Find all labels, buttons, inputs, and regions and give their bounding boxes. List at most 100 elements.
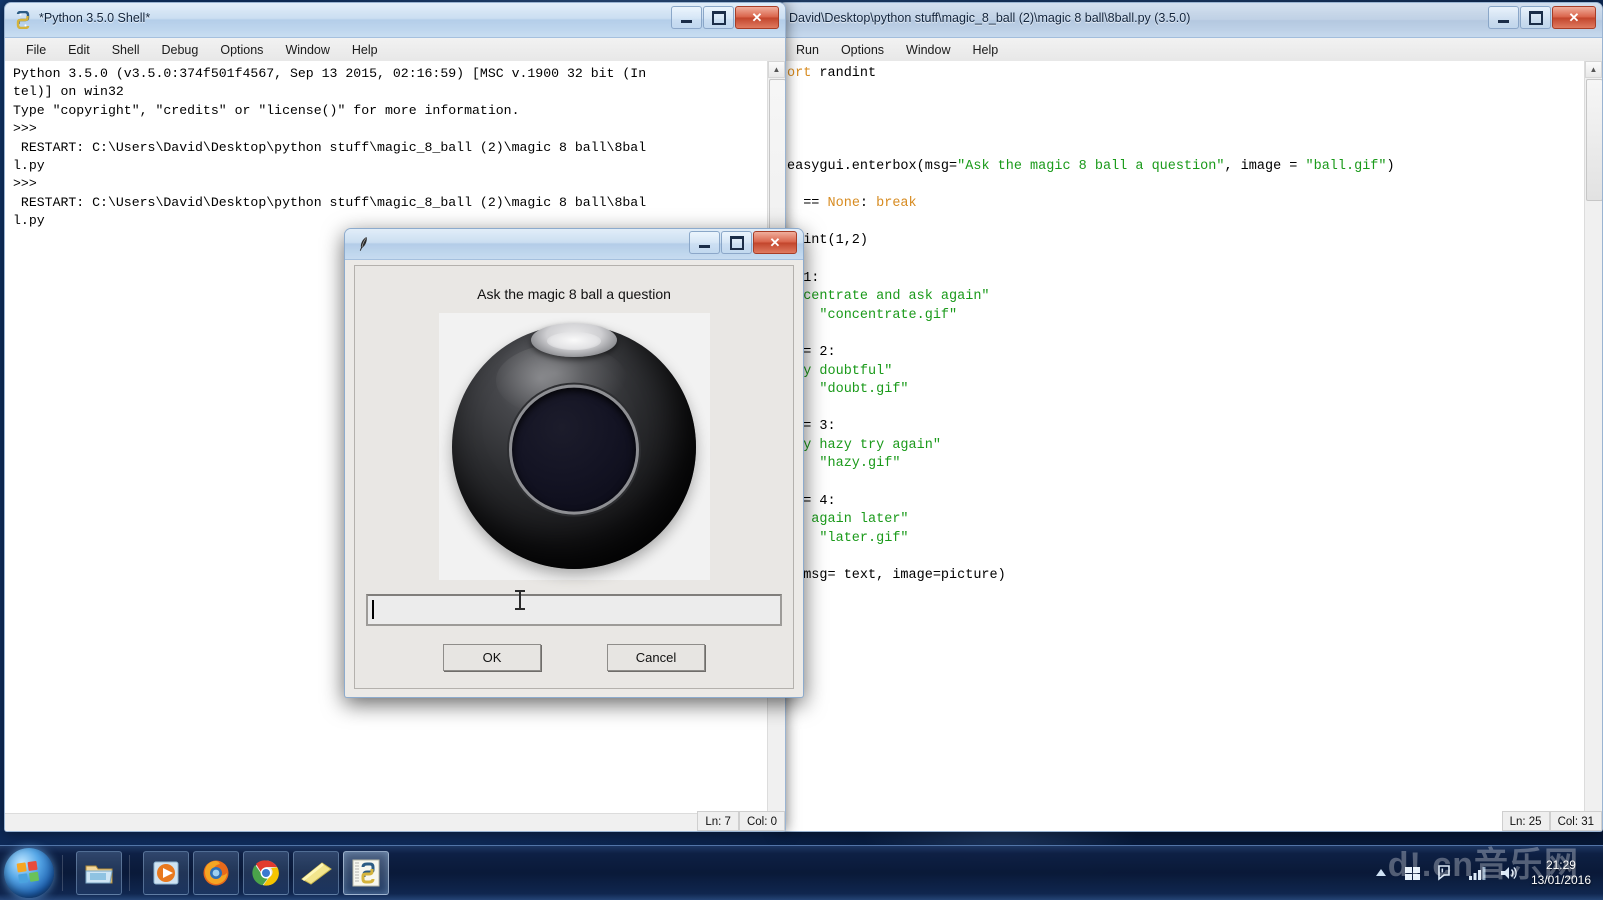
shell-output-text: Python 3.5.0 (v3.5.0:374f501f4567, Sep 1… bbox=[13, 66, 647, 229]
shell-menu-window[interactable]: Window bbox=[274, 41, 340, 59]
shell-minimize-button[interactable] bbox=[671, 6, 702, 29]
code-line: ery doubtful" bbox=[787, 363, 893, 379]
taskbar-pinned-group-1[interactable] bbox=[74, 851, 124, 895]
shell-menu-edit[interactable]: Edit bbox=[57, 41, 101, 59]
shell-window-buttons[interactable]: ✕ bbox=[670, 6, 779, 29]
taskbar-divider-1 bbox=[62, 855, 63, 891]
editor-status-col: Col: 31 bbox=[1549, 811, 1602, 831]
shell-maximize-button[interactable] bbox=[703, 6, 734, 29]
shell-menu-options[interactable]: Options bbox=[209, 41, 274, 59]
shell-menu-file[interactable]: File bbox=[15, 41, 57, 59]
cancel-button[interactable]: Cancel bbox=[607, 644, 705, 671]
action-center-icon[interactable] bbox=[1433, 861, 1457, 885]
code-line: easygui.enterbox(msg="Ask the magic 8 ba… bbox=[787, 158, 1395, 174]
code-line: "hazy.gif" bbox=[819, 456, 901, 472]
start-button[interactable] bbox=[4, 848, 54, 898]
code-line: x(msg= text, image=picture) bbox=[787, 568, 1006, 584]
shell-close-button[interactable]: ✕ bbox=[735, 6, 779, 29]
editor-vertical-scrollbar[interactable]: ▲ ▼ bbox=[1584, 61, 1602, 831]
taskbar-item-chrome[interactable] bbox=[243, 851, 289, 895]
editor-menu-help[interactable]: Help bbox=[962, 41, 1010, 59]
editor-scroll-thumb[interactable] bbox=[1586, 79, 1602, 201]
firefox-icon bbox=[203, 860, 229, 886]
dialog-maximize-button[interactable] bbox=[721, 231, 752, 254]
editor-window-buttons[interactable]: ✕ bbox=[1487, 6, 1596, 29]
code-line: sk again later" bbox=[787, 512, 909, 528]
code-line: == None: break bbox=[803, 196, 917, 212]
shell-title: *Python 3.5.0 Shell* bbox=[39, 11, 151, 25]
editor-status-line: Ln: 25 bbox=[1501, 811, 1550, 831]
volume-speaker-icon[interactable] bbox=[1497, 861, 1521, 885]
shell-menu-help[interactable]: Help bbox=[341, 41, 389, 59]
taskbar-item-explorer[interactable] bbox=[76, 851, 122, 895]
mouse-ibeam-cursor bbox=[515, 590, 525, 610]
idle-editor-window[interactable]: David\Desktop\python stuff\magic_8_ball … bbox=[778, 2, 1603, 832]
code-line: oncentrate and ask again" bbox=[787, 289, 990, 305]
dialog-close-button[interactable]: ✕ bbox=[753, 231, 797, 254]
dialog-minimize-button[interactable] bbox=[689, 231, 720, 254]
show-hidden-icons-button[interactable] bbox=[1369, 861, 1393, 885]
shell-status-line: Ln: 7 bbox=[697, 811, 739, 831]
shell-horizontal-scrollbar[interactable] bbox=[5, 813, 768, 831]
dialog-text-input[interactable] bbox=[366, 594, 782, 626]
taskbar-item-notes[interactable] bbox=[293, 851, 339, 895]
editor-menu-options[interactable]: Options bbox=[830, 41, 895, 59]
shell-titlebar[interactable]: *Python 3.5.0 Shell* ✕ bbox=[5, 3, 785, 38]
code-line: = 4: bbox=[803, 493, 836, 509]
code-line: "later.gif" bbox=[819, 530, 909, 546]
shell-status-bar: Ln: 7 Col: 0 bbox=[697, 811, 785, 831]
network-signal-icon[interactable] bbox=[1465, 861, 1489, 885]
dialog-titlebar[interactable]: ✕ bbox=[345, 229, 803, 260]
code-line: "doubt.gif" bbox=[819, 382, 909, 398]
editor-scroll-up-arrow[interactable]: ▲ bbox=[1585, 61, 1602, 78]
python-idle-taskbar-icon bbox=[352, 859, 380, 887]
shell-scroll-up-arrow[interactable]: ▲ bbox=[768, 61, 785, 78]
code-line: ort randint bbox=[787, 66, 877, 81]
clock-time: 21:29 bbox=[1545, 858, 1576, 872]
code-line: = 3: bbox=[803, 419, 836, 435]
editor-status-bar: Ln: 25 Col: 31 bbox=[1501, 811, 1602, 831]
editor-menu-window[interactable]: Window bbox=[895, 41, 961, 59]
shell-menubar[interactable]: File Edit Shell Debug Options Window Hel… bbox=[5, 38, 785, 63]
magic-8-ball-image bbox=[438, 313, 710, 580]
taskbar-item-media-player[interactable] bbox=[143, 851, 189, 895]
ok-button[interactable]: OK bbox=[443, 644, 541, 671]
dialog-button-row[interactable]: OK Cancel bbox=[355, 644, 793, 671]
dialog-message: Ask the magic 8 ball a question bbox=[477, 286, 671, 302]
windows-flag-icon[interactable] bbox=[1401, 861, 1425, 885]
tk-feather-icon bbox=[354, 235, 372, 253]
taskbar-pinned-group-2[interactable] bbox=[141, 851, 391, 895]
dialog-window-buttons[interactable]: ✕ bbox=[688, 231, 797, 254]
windows-taskbar[interactable]: 21:29 13/01/2016 bbox=[0, 845, 1603, 900]
chrome-icon bbox=[252, 860, 279, 886]
editor-titlebar[interactable]: David\Desktop\python stuff\magic_8_ball … bbox=[779, 3, 1602, 38]
shell-menu-debug[interactable]: Debug bbox=[151, 41, 210, 59]
taskbar-item-python-idle[interactable] bbox=[343, 851, 389, 895]
system-tray[interactable]: 21:29 13/01/2016 bbox=[1365, 846, 1603, 900]
ball-cap-hole bbox=[547, 331, 601, 350]
taskbar-item-firefox[interactable] bbox=[193, 851, 239, 895]
editor-code-area[interactable]: ort randint easygui.enterbox(msg="Ask th… bbox=[779, 61, 1602, 831]
ball-answer-window bbox=[509, 384, 639, 515]
editor-close-button[interactable]: ✕ bbox=[1552, 6, 1596, 29]
editor-maximize-button[interactable] bbox=[1520, 6, 1551, 29]
taskbar-clock[interactable]: 21:29 13/01/2016 bbox=[1531, 858, 1591, 888]
code-line: int(1,2) bbox=[803, 233, 869, 249]
editor-minimize-button[interactable] bbox=[1488, 6, 1519, 29]
easygui-enterbox-dialog[interactable]: ✕ Ask the magic 8 ball a question OK Can… bbox=[344, 228, 804, 698]
editor-menu-run[interactable]: Run bbox=[785, 41, 830, 59]
editor-menubar[interactable]: Run Options Window Help bbox=[779, 38, 1602, 63]
shell-menu-shell[interactable]: Shell bbox=[101, 41, 151, 59]
shell-status-col: Col: 0 bbox=[738, 811, 785, 831]
windows-logo-icon bbox=[16, 860, 42, 886]
